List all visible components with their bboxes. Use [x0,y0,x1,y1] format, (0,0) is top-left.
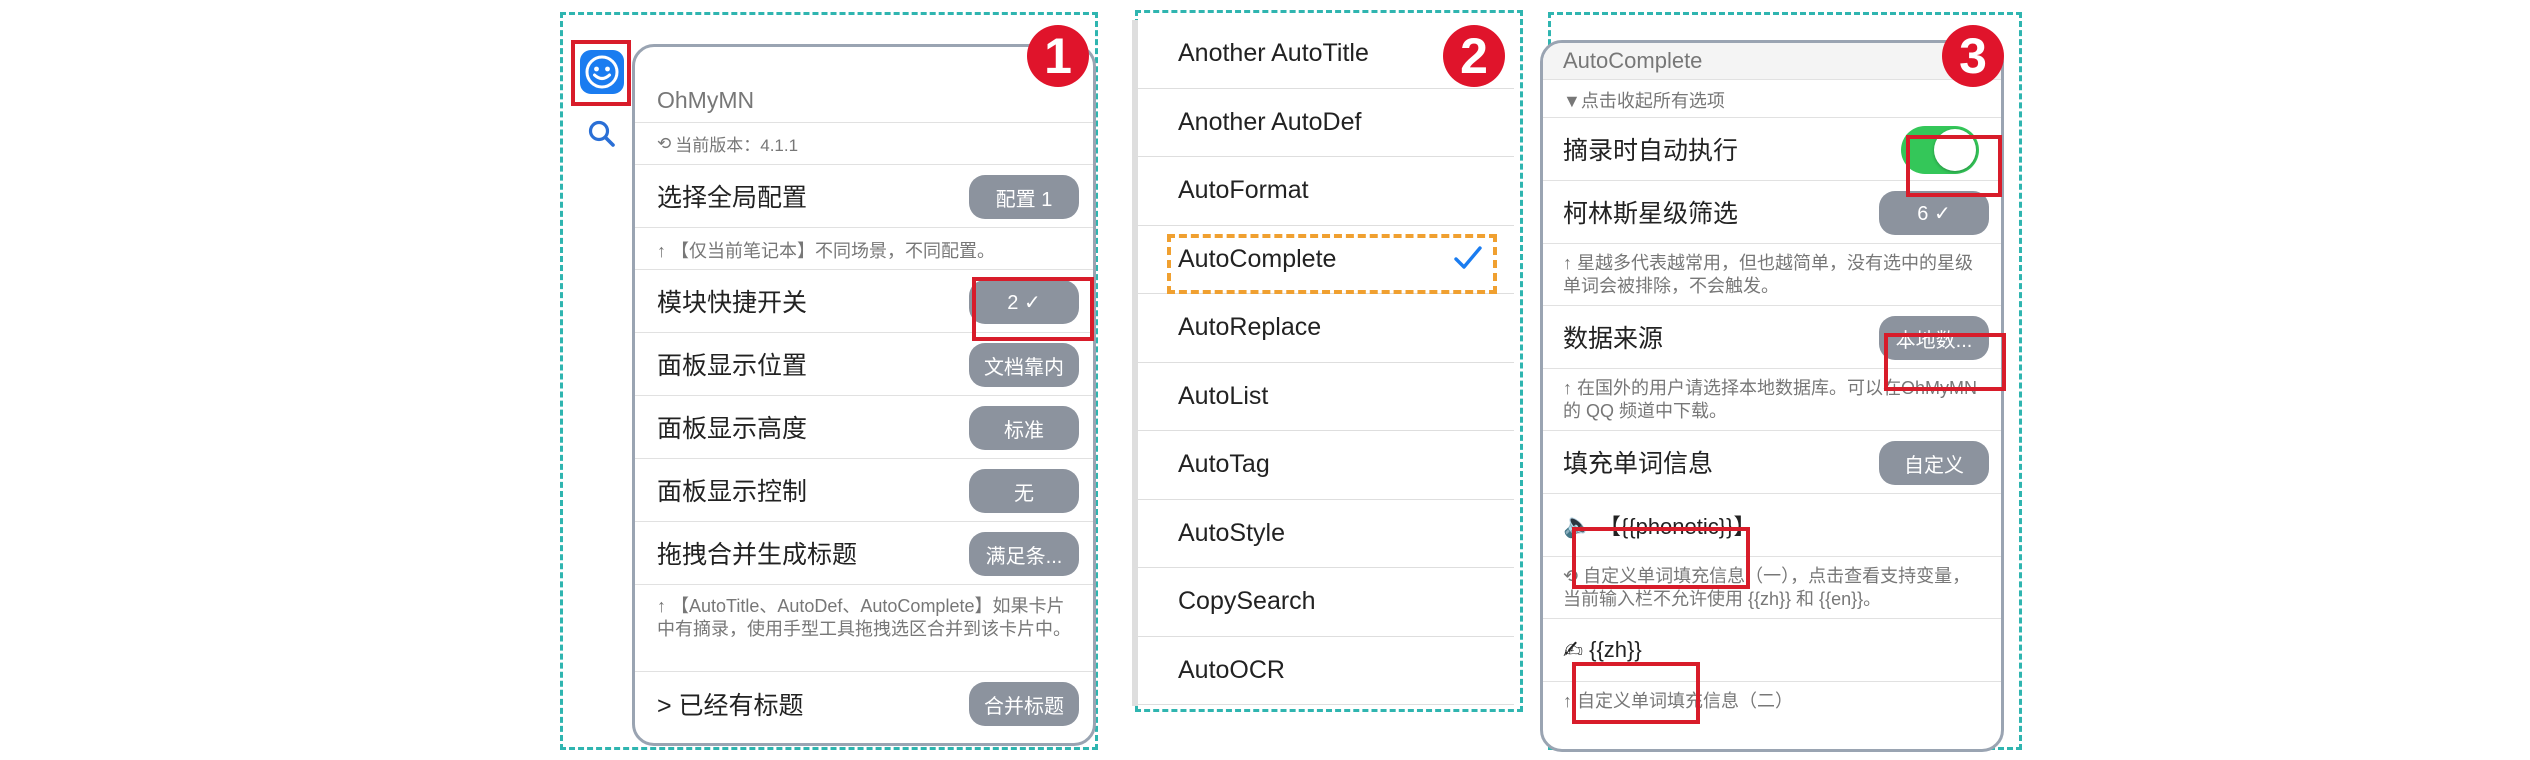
settings-row-panel-control[interactable]: 面板显示控制 无 [635,459,1093,522]
module-label: AutoTag [1178,450,1270,479]
app-icon-highlight [571,40,631,106]
refresh-icon: ⟲ [657,133,672,153]
auto-exec-toggle-highlight [1906,135,2002,197]
module-label: AutoReplace [1178,313,1322,342]
row-label: 选择全局配置 [657,184,808,212]
phonetic-field-highlight [1572,527,1750,589]
module-item-autotag[interactable]: AutoTag [1138,431,1514,500]
module-label: CopySearch [1178,587,1316,616]
row-label: 填充单词信息 [1563,450,1714,478]
global-config-button[interactable]: 配置 1 [969,175,1079,219]
module-label: Another AutoDef [1178,107,1362,136]
settings-row-drag-merge[interactable]: 拖拽合并生成标题 满足条... [635,522,1093,585]
row-label: 柯林斯星级筛选 [1563,200,1739,228]
row-label: 面板显示控制 [657,478,808,506]
row-label: 摘录时自动执行 [1563,137,1739,165]
version-text: 当前版本：4.1.1 [675,136,799,155]
module-switch-highlight [972,277,1094,341]
settings-row-global-config[interactable]: 选择全局配置 配置 1 [635,165,1093,228]
module-item-autoocr[interactable]: AutoOCR [1138,637,1514,705]
module-item-autolist[interactable]: AutoList [1138,363,1514,431]
module-label: AutoOCR [1178,655,1285,684]
module-item-another-autodef[interactable]: Another AutoDef [1138,89,1514,157]
collins-star-button[interactable]: 6 ✓ [1879,191,1989,235]
panel-header: OhMyMN [635,47,1093,123]
module-label: AutoStyle [1178,518,1286,547]
selected-module-highlight [1167,234,1497,294]
panel-control-button[interactable]: 无 [969,469,1079,513]
merge-title-button[interactable]: 合并标题 [969,682,1079,726]
module-label: AutoFormat [1178,176,1309,205]
settings-row-fill[interactable]: 填充单词信息 自定义 [1543,431,2001,494]
data-source-highlight [1884,333,2006,391]
note-collins: ↑ 星越多代表越常用，但也越简单，没有选中的星级单词会被排除，不会触发。 [1543,244,2001,306]
module-item-autoreplace[interactable]: AutoReplace [1138,294,1514,363]
module-item-autostyle[interactable]: AutoStyle [1138,500,1514,568]
settings-row-panel-height[interactable]: 面板显示高度 标准 [635,396,1093,459]
module-list: Another AutoTitle Another AutoDef AutoFo… [1132,20,1514,706]
row-label: 数据来源 [1563,325,1664,353]
step-badge-3: 3 [1942,25,2004,87]
step-badge-2: 2 [1443,25,1505,87]
version-row: ⟲ 当前版本：4.1.1 [635,123,1093,165]
settings-row-panel-position[interactable]: 面板显示位置 文档靠内 [635,333,1093,396]
step-badge-1: 1 [1027,25,1089,87]
panel-height-button[interactable]: 标准 [969,406,1079,450]
zh-template-text: {{zh}} [1589,637,1642,662]
panel-title: OhMyMN [657,87,755,113]
module-item-autoformat[interactable]: AutoFormat [1138,157,1514,226]
drag-merge-button[interactable]: 满足条... [969,532,1079,576]
zh-field-highlight [1572,662,1700,724]
ohmymn-settings-panel: OhMyMN ⟲ 当前版本：4.1.1 选择全局配置 配置 1 ↑ 【仅当前笔记… [632,44,1096,746]
row-label: > 已经有标题 [657,691,804,720]
row-label: 模块快捷开关 [657,289,808,317]
search-icon[interactable] [586,118,618,150]
row-label: 面板显示位置 [657,352,808,380]
panel-position-button[interactable]: 文档靠内 [969,343,1079,387]
module-label: AutoList [1178,381,1269,410]
module-label: Another AutoTitle [1178,39,1369,68]
module-item-copysearch[interactable]: CopySearch [1138,568,1514,637]
row-label: 面板显示高度 [657,415,808,443]
panel-title: AutoComplete [1543,43,2001,80]
collapse-all-toggle[interactable]: ▼点击收起所有选项 [1543,80,2001,118]
custom-fill-button[interactable]: 自定义 [1879,441,1989,485]
row-label: 拖拽合并生成标题 [657,541,858,569]
note-merge: ↑ 【AutoTitle、AutoDef、AutoComplete】如果卡片中有… [635,585,1093,672]
note-scene: ↑ 【仅当前笔记本】不同场景，不同配置。 [635,228,1093,270]
settings-row-has-title[interactable]: > 已经有标题 合并标题 [635,672,1093,735]
writing-hand-icon: ✍ [1563,636,1584,664]
